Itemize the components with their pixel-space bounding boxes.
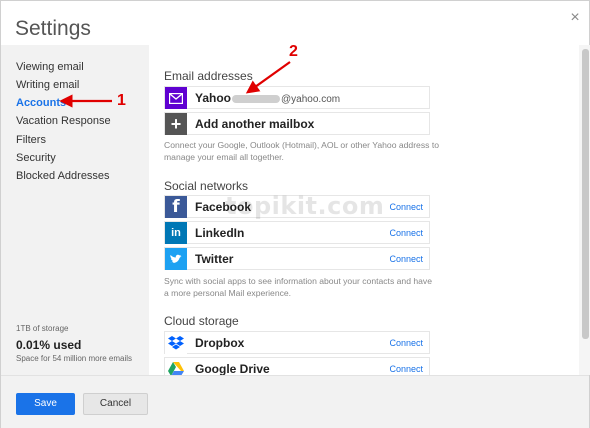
google-drive-icon [165,358,187,375]
sidebar-item-writing-email[interactable]: Writing email [16,79,79,91]
scrollbar-thumb[interactable] [582,49,589,339]
storage-used: 0.01% used [16,338,82,352]
sidebar-item-filters[interactable]: Filters [16,134,46,146]
twitter-row: Twitter Connect [164,247,430,270]
facebook-icon: f [165,196,187,218]
twitter-label: Twitter [195,252,234,266]
plus-icon: + [165,113,187,135]
sidebar-item-vacation-response[interactable]: Vacation Response [16,115,111,127]
storage-space: Space for 54 million more emails [16,354,133,363]
add-mailbox-row[interactable]: + Add another mailbox [164,112,430,135]
twitter-icon [165,248,187,270]
google-drive-connect-link[interactable]: Connect [389,364,423,374]
annotation-label-1: 1 [117,92,126,109]
save-button[interactable]: Save [16,393,75,415]
content-scrollbar[interactable] [579,45,590,375]
linkedin-connect-link[interactable]: Connect [389,228,423,238]
dropbox-icon [165,332,187,354]
watermark: topikit.com [225,192,385,220]
dropbox-label: Dropbox [195,336,245,350]
linkedin-row: in LinkedIn Connect [164,221,430,244]
email-help-text: Connect your Google, Outlook (Hotmail), … [164,140,439,162]
linkedin-icon: in [165,222,187,244]
redacted-username [232,94,281,103]
yahoo-account-row[interactable]: Yahoo @yahoo.com [164,86,430,109]
google-drive-row: Google Drive Connect [164,357,430,375]
close-icon[interactable]: × [567,10,583,26]
cancel-button[interactable]: Cancel [83,393,148,415]
settings-sidebar: Viewing email Writing email Accounts Vac… [1,45,149,375]
google-drive-label: Google Drive [195,362,270,375]
section-title-social: Social networks [164,179,249,193]
yahoo-account-label: Yahoo @yahoo.com [195,91,340,105]
twitter-connect-link[interactable]: Connect [389,254,423,264]
section-title-cloud: Cloud storage [164,314,239,328]
section-title-email: Email addresses [164,69,253,83]
account-domain: @yahoo.com [281,94,341,105]
account-name: Yahoo [195,91,232,105]
social-help-text: Sync with social apps to see information… [164,276,432,298]
sidebar-item-security[interactable]: Security [16,152,56,164]
dropbox-connect-link[interactable]: Connect [389,338,423,348]
yahoo-mail-icon [165,87,187,109]
storage-capacity: 1TB of storage [16,324,69,333]
facebook-connect-link[interactable]: Connect [389,202,423,212]
annotation-label-2: 2 [289,43,298,60]
storage-info: 1TB of storage 0.01% used Space for 54 m… [16,324,132,363]
sidebar-item-accounts[interactable]: Accounts [16,97,66,109]
dialog-title: Settings [15,17,91,40]
linkedin-label: LinkedIn [195,226,245,240]
dropbox-row: Dropbox Connect [164,331,430,354]
add-mailbox-label: Add another mailbox [195,117,315,131]
dialog-footer: Save Cancel [1,375,589,428]
sidebar-item-blocked-addresses[interactable]: Blocked Addresses [16,170,110,182]
sidebar-item-viewing-email[interactable]: Viewing email [16,61,84,73]
